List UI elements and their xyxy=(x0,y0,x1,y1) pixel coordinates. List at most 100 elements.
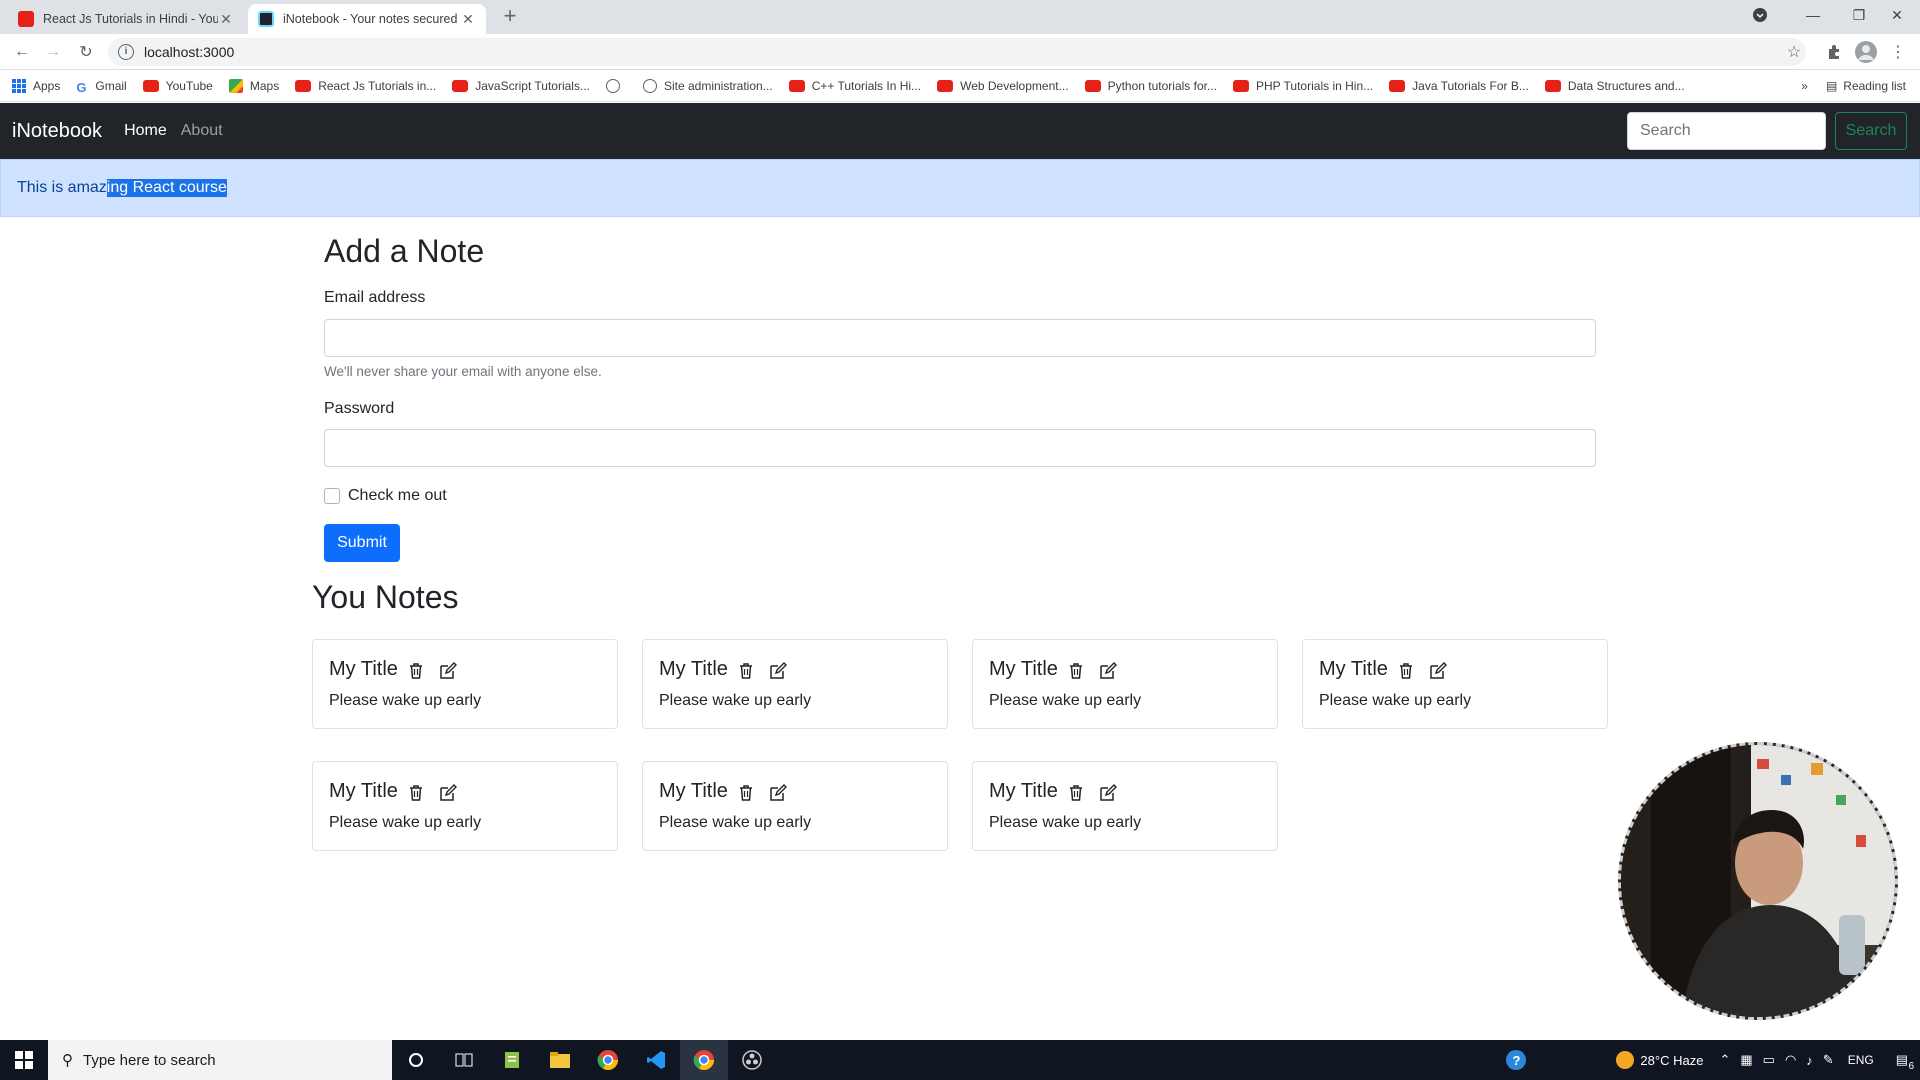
reading-list-button[interactable]: » ▤ Reading list xyxy=(1801,70,1906,102)
trash-icon[interactable] xyxy=(1068,784,1084,802)
bookmark-javascript[interactable]: JavaScript Tutorials... xyxy=(452,79,590,93)
tab-title: React Js Tutorials in Hindi - YouTube xyxy=(43,12,218,26)
youtube-icon xyxy=(1389,79,1406,92)
alert-banner: This is amaz ing React course xyxy=(0,159,1920,217)
info-icon[interactable]: i xyxy=(118,44,134,60)
check-me-out[interactable]: Check me out xyxy=(324,487,447,505)
alert-selected-text: ing React course xyxy=(106,179,227,197)
password-field[interactable] xyxy=(324,429,1596,467)
help-icon[interactable]: ? xyxy=(1506,1050,1527,1070)
bookmark-react[interactable]: React Js Tutorials in... xyxy=(295,79,436,93)
browser-tab-youtube[interactable]: React Js Tutorials in Hindi - YouTube ✕ xyxy=(8,4,244,34)
youtube-icon xyxy=(452,79,469,92)
chevron-more-icon[interactable]: » xyxy=(1801,79,1808,93)
email-field[interactable] xyxy=(324,319,1596,357)
reading-list-label: Reading list xyxy=(1843,79,1906,93)
nav-link-about[interactable]: About xyxy=(181,122,223,140)
network-icon[interactable]: ▦ xyxy=(1740,1052,1752,1068)
wifi-icon[interactable]: ◠ xyxy=(1785,1052,1796,1068)
edit-icon[interactable] xyxy=(769,662,787,680)
bookmark-webdev[interactable]: Web Development... xyxy=(937,79,1069,93)
chrome-icon[interactable] xyxy=(584,1040,632,1080)
note-description: Please wake up early xyxy=(659,692,812,709)
close-icon[interactable]: ✕ xyxy=(460,11,476,28)
bookmark-dsa[interactable]: Data Structures and... xyxy=(1544,79,1685,93)
minimize-icon[interactable]: — xyxy=(1790,0,1836,30)
battery-icon[interactable]: ▭ xyxy=(1763,1052,1775,1068)
trash-icon[interactable] xyxy=(738,784,754,802)
bookmark-youtube[interactable]: YouTube xyxy=(142,79,213,93)
notepad-icon[interactable] xyxy=(488,1040,536,1080)
trash-icon[interactable] xyxy=(1398,662,1414,680)
note-card: My Title Please wake up early xyxy=(642,761,948,851)
apps-icon xyxy=(12,78,26,93)
bookmark-java[interactable]: Java Tutorials For B... xyxy=(1389,79,1529,93)
bookmark-star-icon[interactable]: ☆ xyxy=(1782,40,1806,64)
bookmark-apps[interactable]: Apps xyxy=(12,78,60,93)
volume-icon[interactable]: ♪ xyxy=(1806,1053,1813,1068)
submit-button[interactable]: Submit xyxy=(324,524,400,562)
browser-tab-inotebook[interactable]: iNotebook - Your notes secured ✕ xyxy=(248,4,486,34)
youtube-icon xyxy=(788,79,805,92)
note-title: My Title xyxy=(989,780,1058,802)
edit-icon[interactable] xyxy=(439,662,457,680)
file-explorer-icon[interactable] xyxy=(536,1040,584,1080)
bookmark-site-admin[interactable]: Site administration... xyxy=(642,78,773,93)
edit-icon[interactable] xyxy=(769,784,787,802)
globe-icon xyxy=(605,78,620,93)
obs-icon[interactable] xyxy=(728,1040,776,1080)
new-tab-button[interactable]: + xyxy=(498,5,522,29)
youtube-icon xyxy=(1232,79,1249,92)
bookmark-php[interactable]: PHP Tutorials in Hin... xyxy=(1232,79,1373,93)
url-bar[interactable]: i localhost:3000 xyxy=(108,38,1806,66)
note-description: Please wake up early xyxy=(659,814,812,831)
search-button[interactable]: Search xyxy=(1835,112,1907,150)
edit-icon[interactable] xyxy=(1099,662,1117,680)
avatar[interactable] xyxy=(1854,40,1878,64)
weather-text[interactable]: 28°C Haze xyxy=(1640,1053,1703,1068)
language-indicator[interactable]: ENG xyxy=(1848,1053,1874,1067)
youtube-icon xyxy=(1544,79,1561,92)
taskbar-search-input[interactable]: ⚲ Type here to search xyxy=(48,1040,392,1080)
search-input[interactable]: Search xyxy=(1627,112,1826,150)
chrome-active-icon[interactable] xyxy=(680,1040,728,1080)
windows-start-icon[interactable] xyxy=(0,1040,48,1080)
bookmark-gmail[interactable]: G Gmail xyxy=(76,79,126,95)
trash-icon[interactable] xyxy=(408,784,424,802)
bookmark-python[interactable]: Python tutorials for... xyxy=(1084,79,1217,93)
cortana-icon[interactable] xyxy=(392,1040,440,1080)
bookmark-maps[interactable]: Maps xyxy=(228,78,280,93)
checkbox-label: Check me out xyxy=(348,487,447,504)
forward-icon[interactable]: → xyxy=(41,40,65,64)
navbar-brand[interactable]: iNotebook xyxy=(12,120,102,143)
trash-icon[interactable] xyxy=(1068,662,1084,680)
task-view-icon[interactable] xyxy=(440,1040,488,1080)
bookmark-globe[interactable] xyxy=(605,78,627,93)
extensions-icon[interactable] xyxy=(1822,40,1846,64)
trash-icon[interactable] xyxy=(738,662,754,680)
edit-icon[interactable] xyxy=(439,784,457,802)
vscode-icon[interactable] xyxy=(632,1040,680,1080)
checkbox[interactable] xyxy=(324,488,340,504)
trash-icon[interactable] xyxy=(408,662,424,680)
nav-link-home[interactable]: Home xyxy=(124,122,167,140)
chevron-up-icon[interactable]: ⌃ xyxy=(1719,1052,1730,1068)
pen-icon[interactable]: ✎ xyxy=(1823,1052,1834,1068)
bookmark-cpp[interactable]: C++ Tutorials In Hi... xyxy=(788,79,921,93)
close-icon[interactable]: ✕ xyxy=(218,11,234,28)
note-card: My Title Please wake up early xyxy=(642,639,948,729)
reload-icon[interactable]: ↻ xyxy=(74,40,98,64)
note-title: My Title xyxy=(989,658,1058,680)
webcam-image xyxy=(1621,745,1895,1017)
more-menu-icon[interactable]: ⋮ xyxy=(1886,40,1910,64)
edit-icon[interactable] xyxy=(1429,662,1447,680)
edit-icon[interactable] xyxy=(1099,784,1117,802)
note-card: My Title Please wake up early xyxy=(312,761,618,851)
profile-menu-icon[interactable] xyxy=(1748,0,1772,30)
bookmark-label: Maps xyxy=(249,78,280,93)
tab-title: iNotebook - Your notes secured xyxy=(283,12,458,26)
notification-icon[interactable]: ▤ 6 xyxy=(1896,1052,1914,1072)
window-close-icon[interactable]: ✕ xyxy=(1874,0,1920,30)
back-icon[interactable]: ← xyxy=(10,40,34,64)
note-description: Please wake up early xyxy=(1319,692,1472,709)
